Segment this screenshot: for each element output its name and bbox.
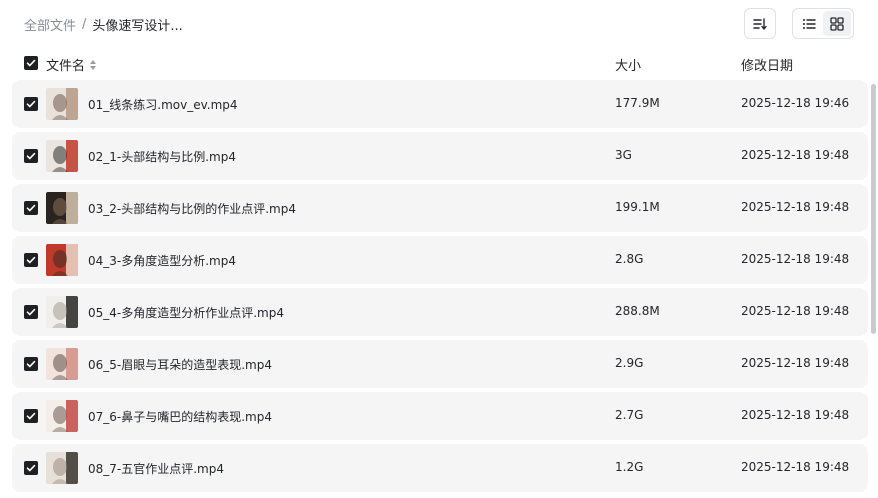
check-icon xyxy=(26,412,36,420)
breadcrumb: 全部文件 / 头像速写设计... xyxy=(24,15,183,34)
file-name[interactable]: 03_2-头部结构与比例的作业点评.mp4 xyxy=(88,200,296,217)
breadcrumb-root-link[interactable]: 全部文件 xyxy=(24,15,76,34)
sort-toggle-icon xyxy=(90,59,97,70)
file-row[interactable]: 07_6-鼻子与嘴巴的结构表现.mp4 2.7G 2025-12-18 19:48 xyxy=(12,392,868,440)
view-mode-switch xyxy=(792,8,854,39)
file-modified-date: 2025-12-18 19:46 xyxy=(741,96,850,110)
portrait-thumbnail-icon xyxy=(46,296,78,328)
file-modified-date: 2025-12-18 19:48 xyxy=(741,252,850,266)
video-thumbnail[interactable] xyxy=(46,348,78,380)
portrait-thumbnail-icon xyxy=(46,348,78,380)
video-thumbnail[interactable] xyxy=(46,192,78,224)
file-checkbox[interactable] xyxy=(24,149,38,163)
file-list: 01_线条练习.mov_ev.mp4 177.9M 2025-12-18 19:46… xyxy=(12,80,868,496)
portrait-thumbnail-icon xyxy=(46,244,78,276)
check-icon xyxy=(26,152,36,160)
grid-view-button[interactable] xyxy=(823,11,851,36)
file-row[interactable]: 08_7-五官作业点评.mp4 1.2G 2025-12-18 19:48 xyxy=(12,444,868,492)
file-modified-date: 2025-12-18 19:48 xyxy=(741,356,850,370)
file-list-header: 文件名 大小 修改日期 xyxy=(0,52,878,76)
list-view-icon xyxy=(803,18,816,29)
check-icon xyxy=(26,308,36,316)
file-row[interactable]: 03_2-头部结构与比例的作业点评.mp4 199.1M 2025-12-18 19… xyxy=(12,184,868,232)
file-checkbox[interactable] xyxy=(24,461,38,475)
file-size: 2.8G xyxy=(615,252,644,266)
select-all-checkbox[interactable] xyxy=(24,56,38,70)
breadcrumb-separator: / xyxy=(82,17,87,32)
file-modified-date: 2025-12-18 19:48 xyxy=(741,148,850,162)
breadcrumb-current-folder: 头像速写设计... xyxy=(92,19,183,34)
file-name[interactable]: 07_6-鼻子与嘴巴的结构表现.mp4 xyxy=(88,408,272,425)
sort-button[interactable] xyxy=(744,8,776,39)
file-checkbox[interactable] xyxy=(24,305,38,319)
top-bar: 全部文件 / 头像速写设计... xyxy=(0,0,878,48)
file-modified-date: 2025-12-18 19:48 xyxy=(741,200,850,214)
list-view-button[interactable] xyxy=(795,11,823,36)
file-size: 199.1M xyxy=(615,200,660,214)
file-name[interactable]: 05_4-多角度造型分析作业点评.mp4 xyxy=(88,304,284,321)
scrollbar[interactable] xyxy=(871,84,876,334)
file-modified-date: 2025-12-18 19:48 xyxy=(741,460,850,474)
file-modified-date: 2025-12-18 19:48 xyxy=(741,304,850,318)
portrait-thumbnail-icon xyxy=(46,88,78,120)
video-thumbnail[interactable] xyxy=(46,452,78,484)
check-icon xyxy=(26,256,36,264)
video-thumbnail[interactable] xyxy=(46,140,78,172)
file-modified-date: 2025-12-18 19:48 xyxy=(741,408,850,422)
video-thumbnail[interactable] xyxy=(46,296,78,328)
file-size: 3G xyxy=(615,148,632,162)
check-icon xyxy=(26,100,36,108)
grid-view-icon xyxy=(830,16,844,31)
file-name[interactable]: 06_5-眉眼与耳朵的造型表现.mp4 xyxy=(88,356,272,373)
file-name[interactable]: 08_7-五官作业点评.mp4 xyxy=(88,460,224,477)
sort-list-icon xyxy=(753,17,767,30)
column-header-size[interactable]: 大小 xyxy=(615,55,641,74)
file-checkbox[interactable] xyxy=(24,253,38,267)
video-thumbnail[interactable] xyxy=(46,88,78,120)
check-icon xyxy=(26,360,36,368)
portrait-thumbnail-icon xyxy=(46,400,78,432)
video-thumbnail[interactable] xyxy=(46,400,78,432)
file-row[interactable]: 05_4-多角度造型分析作业点评.mp4 288.8M 2025-12-18 19:… xyxy=(12,288,868,336)
portrait-thumbnail-icon xyxy=(46,140,78,172)
file-checkbox[interactable] xyxy=(24,357,38,371)
portrait-thumbnail-icon xyxy=(46,452,78,484)
check-icon xyxy=(26,59,36,67)
file-checkbox[interactable] xyxy=(24,201,38,215)
check-icon xyxy=(26,464,36,472)
file-size: 177.9M xyxy=(615,96,660,110)
file-name[interactable]: 02_1-头部结构与比例.mp4 xyxy=(88,148,236,165)
file-row[interactable]: 01_线条练习.mov_ev.mp4 177.9M 2025-12-18 19:46 xyxy=(12,80,868,128)
column-header-name[interactable]: 文件名 xyxy=(46,55,97,74)
file-row[interactable]: 02_1-头部结构与比例.mp4 3G 2025-12-18 19:48 xyxy=(12,132,868,180)
file-name[interactable]: 04_3-多角度造型分析.mp4 xyxy=(88,252,236,269)
file-size: 2.9G xyxy=(615,356,644,370)
file-checkbox[interactable] xyxy=(24,97,38,111)
file-name[interactable]: 01_线条练习.mov_ev.mp4 xyxy=(88,96,238,113)
column-header-modified[interactable]: 修改日期 xyxy=(741,55,793,74)
file-size: 288.8M xyxy=(615,304,660,318)
portrait-thumbnail-icon xyxy=(46,192,78,224)
file-size: 1.2G xyxy=(615,460,644,474)
file-checkbox[interactable] xyxy=(24,409,38,423)
check-icon xyxy=(26,204,36,212)
file-size: 2.7G xyxy=(615,408,644,422)
video-thumbnail[interactable] xyxy=(46,244,78,276)
file-row[interactable]: 06_5-眉眼与耳朵的造型表现.mp4 2.9G 2025-12-18 19:48 xyxy=(12,340,868,388)
column-header-name-label: 文件名 xyxy=(46,59,86,74)
file-row[interactable]: 04_3-多角度造型分析.mp4 2.8G 2025-12-18 19:48 xyxy=(12,236,868,284)
